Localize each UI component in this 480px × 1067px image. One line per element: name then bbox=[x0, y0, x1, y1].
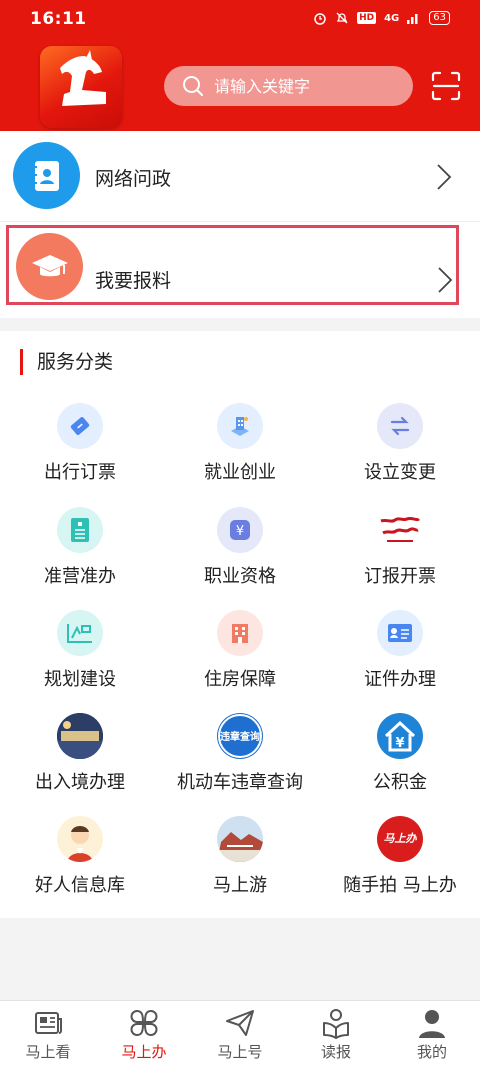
status-bar: 16:11 HD 4G 63 bbox=[0, 0, 480, 40]
service-snap-and-handle[interactable]: 马上办 随手拍 马上办 bbox=[320, 814, 480, 914]
tab-news[interactable]: 马上看 bbox=[0, 1001, 96, 1067]
service-label: 设立变更 bbox=[364, 462, 436, 483]
service-label: 随手拍 马上办 bbox=[343, 875, 457, 896]
housing-fund-icon: ¥ bbox=[377, 713, 423, 759]
app-logo bbox=[40, 46, 122, 128]
newspaper-icon bbox=[35, 1012, 62, 1034]
service-good-people-database[interactable]: 好人信息库 bbox=[0, 814, 160, 914]
service-housing-fund[interactable]: ¥ 公积金 bbox=[320, 711, 480, 811]
service-employment[interactable]: 就业创业 bbox=[160, 401, 320, 501]
travel-photo-icon bbox=[217, 816, 263, 862]
signal-indicator: 4G bbox=[384, 12, 400, 24]
alarm-icon bbox=[314, 13, 326, 25]
scan-icon[interactable] bbox=[431, 71, 461, 101]
service-label: 出行订票 bbox=[44, 462, 116, 483]
status-icons: HD 4G 63 bbox=[313, 11, 450, 25]
quick-actions-panel: 网络问政 我要报料 bbox=[0, 131, 480, 318]
signal-bars-icon bbox=[407, 14, 418, 24]
chevron-right-icon bbox=[438, 267, 453, 293]
service-qualification[interactable]: ¥ 职业资格 bbox=[160, 505, 320, 605]
ticket-icon bbox=[57, 403, 103, 449]
blueprint-icon bbox=[57, 610, 103, 656]
tab-profile[interactable]: 我的 bbox=[384, 1001, 480, 1067]
status-time: 16:11 bbox=[30, 9, 87, 29]
search-input[interactable] bbox=[214, 76, 394, 96]
service-traffic-violation[interactable]: 违章查询 机动车违章查询 bbox=[160, 711, 320, 811]
person-avatar-icon bbox=[57, 816, 103, 862]
service-label: 公积金 bbox=[373, 772, 427, 793]
service-planning-construction[interactable]: 规划建设 bbox=[0, 608, 160, 708]
tab-read-paper[interactable]: 读报 bbox=[288, 1001, 384, 1067]
service-business-license[interactable]: 准营准办 bbox=[0, 505, 160, 605]
service-newspaper-invoice[interactable]: 订报开票 bbox=[320, 505, 480, 605]
svg-text:¥: ¥ bbox=[395, 736, 404, 751]
service-immigration[interactable]: 出入境办理 bbox=[0, 711, 160, 811]
search-icon bbox=[183, 76, 203, 96]
service-registration-change[interactable]: 设立变更 bbox=[320, 401, 480, 501]
id-card-icon bbox=[377, 610, 423, 656]
snap-badge-text: 马上办 bbox=[383, 832, 417, 845]
yuan-icon: ¥ bbox=[217, 507, 263, 553]
service-travel[interactable]: 马上游 bbox=[160, 814, 320, 914]
tab-label: 马上看 bbox=[25, 1043, 71, 1061]
reading-person-icon bbox=[323, 1009, 349, 1039]
mute-bell-icon bbox=[336, 12, 348, 24]
service-label: 证件办理 bbox=[364, 669, 436, 690]
swap-arrows-icon bbox=[377, 403, 423, 449]
service-label: 好人信息库 bbox=[35, 875, 125, 896]
tab-label: 马上办 bbox=[121, 1043, 167, 1061]
traffic-badge-text: 违章查询 bbox=[220, 732, 260, 743]
row-label: 我要报料 bbox=[95, 270, 172, 292]
hd-badge: HD bbox=[357, 12, 377, 24]
apartment-icon bbox=[217, 610, 263, 656]
row-label: 网络问政 bbox=[95, 168, 172, 190]
app-header: 16:11 HD 4G 63 bbox=[0, 0, 480, 131]
service-housing-security[interactable]: 住房保障 bbox=[160, 608, 320, 708]
building-icon bbox=[217, 403, 263, 449]
service-label: 就业创业 bbox=[204, 462, 276, 483]
service-label: 出入境办理 bbox=[35, 772, 125, 793]
service-label: 机动车违章查询 bbox=[177, 772, 303, 793]
horse-logo-icon bbox=[60, 50, 106, 106]
section-title: 服务分类 bbox=[20, 349, 113, 375]
traffic-violation-icon: 违章查询 bbox=[217, 713, 263, 759]
service-label: 规划建设 bbox=[44, 669, 116, 690]
graduation-cap-icon bbox=[16, 233, 83, 300]
clover-grid-icon bbox=[130, 1009, 158, 1037]
immigration-photo-icon bbox=[57, 713, 103, 759]
tab-accounts[interactable]: 马上号 bbox=[192, 1001, 288, 1067]
service-id-documents[interactable]: 证件办理 bbox=[320, 608, 480, 708]
paper-plane-icon bbox=[226, 1010, 254, 1036]
battery-indicator: 63 bbox=[429, 11, 450, 25]
row-online-inquiry[interactable]: 网络问政 bbox=[0, 131, 480, 221]
service-travel-ticket[interactable]: 出行订票 bbox=[0, 401, 160, 501]
tab-label: 马上号 bbox=[217, 1043, 263, 1061]
service-label: 马上游 bbox=[213, 875, 267, 896]
service-label: 准营准办 bbox=[44, 566, 116, 587]
tab-label: 我的 bbox=[416, 1043, 447, 1061]
document-icon bbox=[57, 507, 103, 553]
services-section: 服务分类 出行订票 就业创业 设立变更 准营准办 ¥ 职业资格 订报开票 规划建… bbox=[0, 331, 480, 918]
service-label: 住房保障 bbox=[204, 669, 276, 690]
calligraphy-icon bbox=[377, 507, 423, 553]
tab-services[interactable]: 马上办 bbox=[96, 1001, 192, 1067]
chevron-right-icon bbox=[437, 164, 452, 190]
svg-text:¥: ¥ bbox=[236, 524, 244, 539]
snap-logo-icon: 马上办 bbox=[377, 816, 423, 862]
search-bar[interactable] bbox=[164, 66, 413, 106]
user-icon bbox=[419, 1010, 445, 1038]
service-label: 订报开票 bbox=[364, 566, 436, 587]
bottom-nav: 马上看 马上办 马上号 读报 我的 bbox=[0, 1000, 480, 1067]
service-label: 职业资格 bbox=[204, 566, 276, 587]
divider bbox=[0, 221, 480, 222]
row-submit-tip[interactable]: 我要报料 bbox=[6, 225, 459, 305]
tab-label: 读报 bbox=[320, 1043, 351, 1061]
contacts-book-icon bbox=[13, 142, 80, 209]
